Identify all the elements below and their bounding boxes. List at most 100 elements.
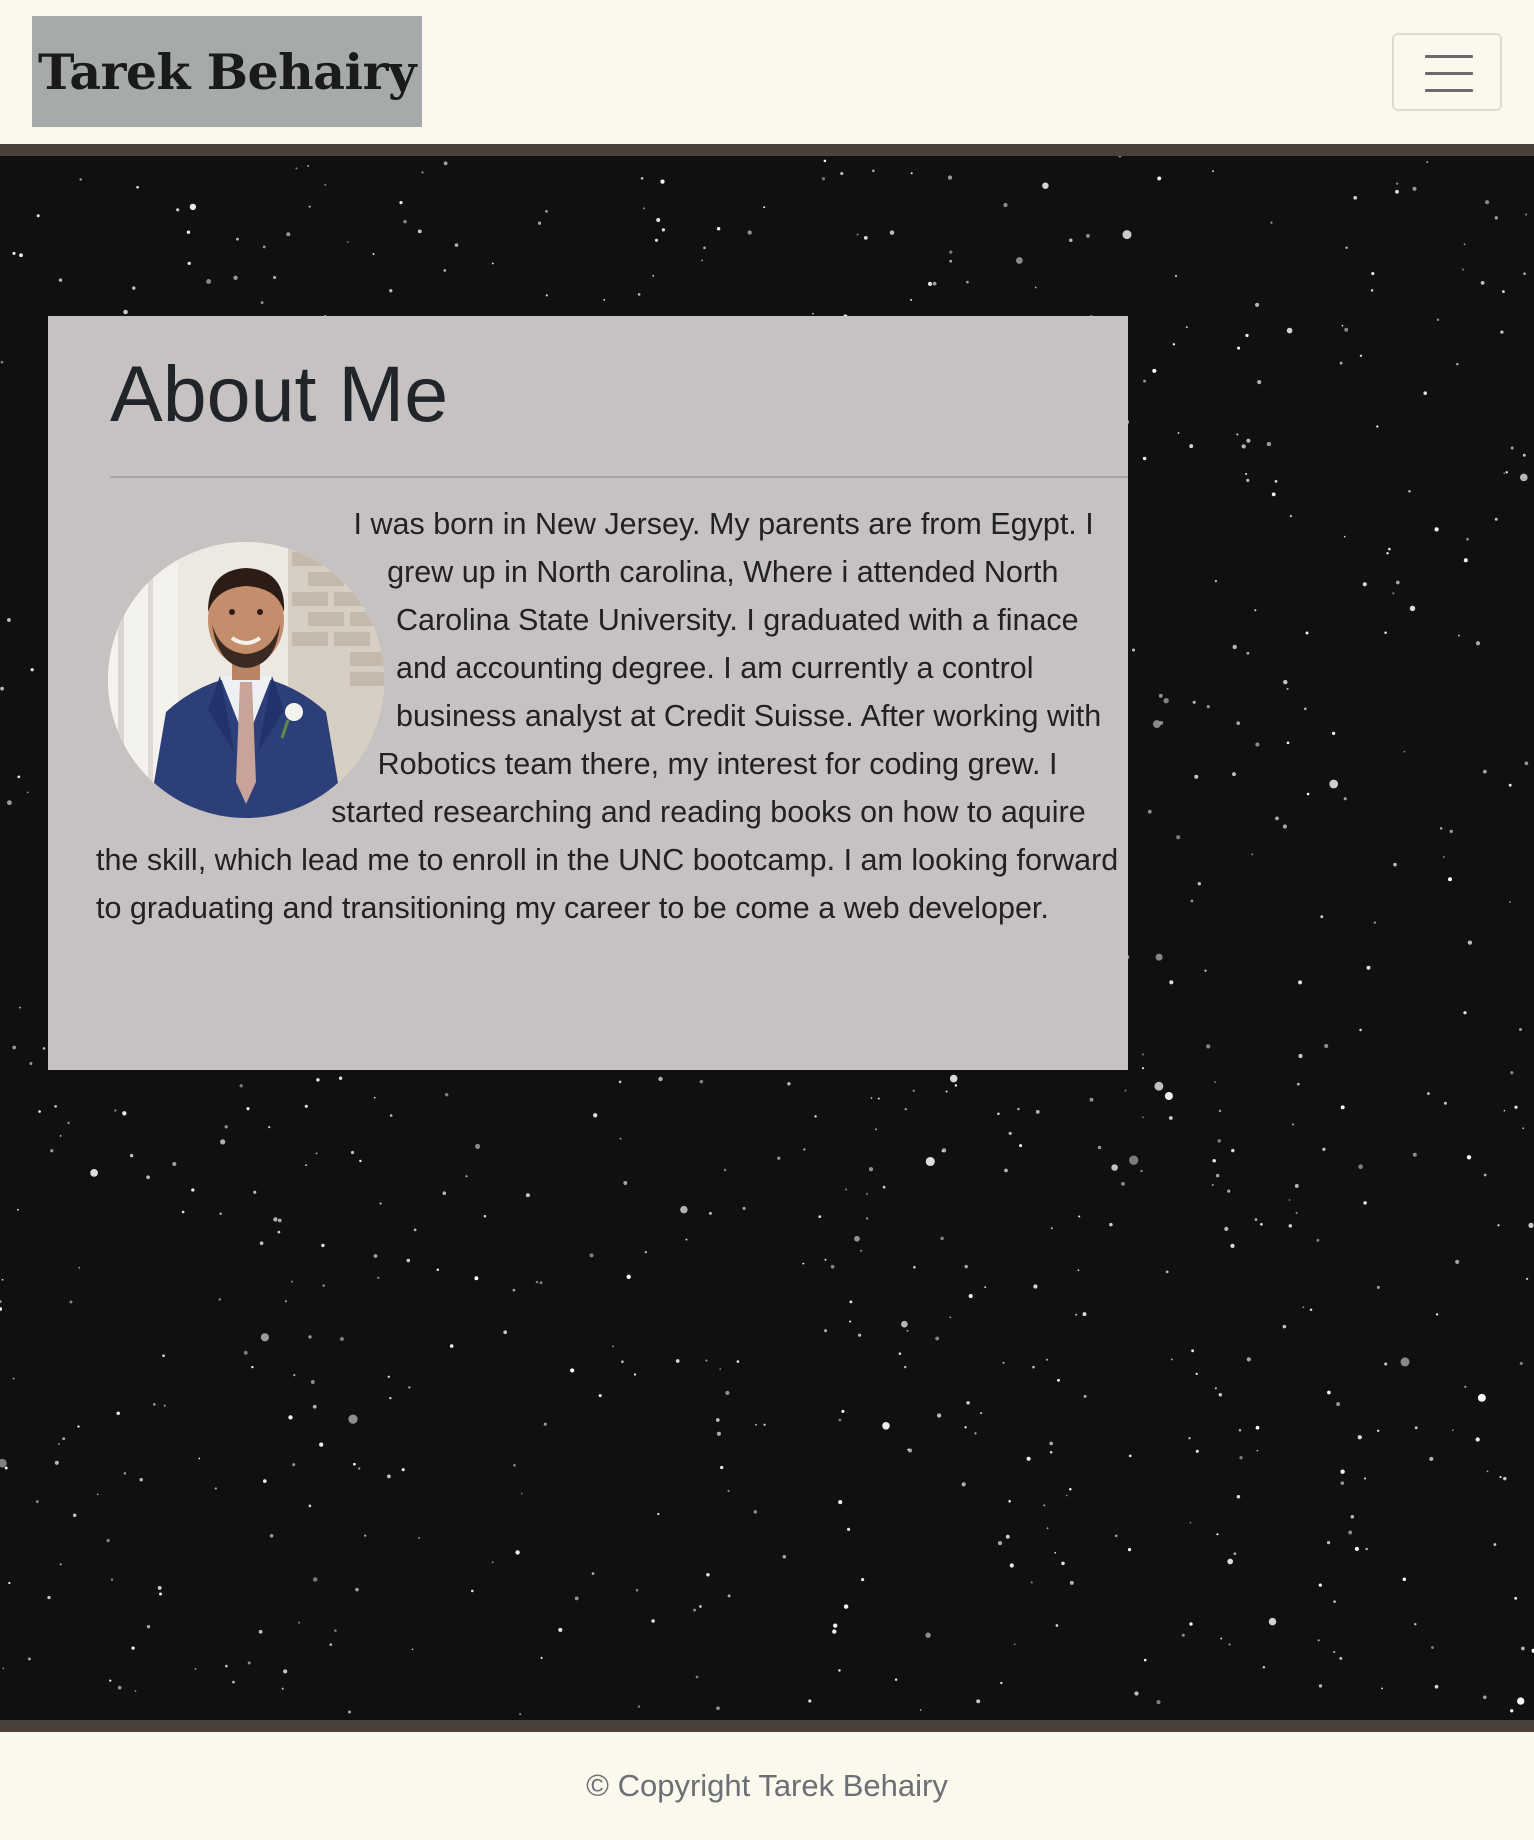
star bbox=[1157, 176, 1162, 181]
star bbox=[1339, 1656, 1343, 1660]
star bbox=[444, 1092, 449, 1097]
star bbox=[109, 1679, 112, 1682]
star bbox=[858, 1333, 862, 1337]
star bbox=[802, 1262, 805, 1265]
star bbox=[1158, 693, 1163, 698]
star bbox=[1046, 1358, 1048, 1361]
star bbox=[623, 1181, 628, 1185]
star bbox=[1266, 442, 1271, 447]
star bbox=[1189, 1622, 1193, 1626]
star bbox=[1486, 1470, 1489, 1473]
star bbox=[1152, 368, 1157, 373]
star bbox=[1185, 326, 1188, 329]
star bbox=[637, 293, 641, 296]
star bbox=[936, 1413, 942, 1418]
star bbox=[293, 1373, 296, 1377]
star bbox=[350, 1150, 355, 1155]
star bbox=[1363, 1201, 1367, 1205]
star bbox=[1510, 446, 1514, 450]
star bbox=[736, 1360, 740, 1363]
star bbox=[849, 1300, 853, 1304]
star bbox=[1480, 281, 1485, 285]
star bbox=[1333, 1650, 1336, 1654]
star bbox=[284, 1300, 287, 1303]
star bbox=[116, 1411, 120, 1416]
star bbox=[1370, 289, 1374, 292]
star bbox=[0, 1300, 2, 1303]
star bbox=[1003, 202, 1008, 208]
star bbox=[1155, 953, 1163, 961]
star bbox=[131, 1646, 135, 1650]
star bbox=[868, 1167, 874, 1172]
star bbox=[1034, 286, 1037, 289]
star bbox=[1197, 881, 1202, 886]
star bbox=[1118, 156, 1122, 158]
star bbox=[964, 1264, 968, 1269]
star bbox=[1316, 1238, 1320, 1242]
brand-link[interactable]: Tarek Behairy bbox=[32, 16, 422, 127]
star bbox=[1283, 679, 1288, 685]
star bbox=[1214, 1387, 1217, 1390]
star bbox=[1016, 257, 1023, 264]
star bbox=[1055, 1624, 1059, 1627]
star bbox=[218, 1298, 222, 1301]
star bbox=[968, 1294, 973, 1299]
star bbox=[1152, 720, 1161, 729]
star bbox=[1256, 1449, 1259, 1452]
star bbox=[1165, 1270, 1169, 1274]
footer: © Copyright Tarek Behairy bbox=[0, 1732, 1534, 1840]
star bbox=[247, 1661, 251, 1665]
star bbox=[181, 1210, 185, 1214]
star bbox=[1043, 1504, 1046, 1507]
star bbox=[146, 1625, 151, 1629]
star bbox=[1448, 877, 1452, 882]
star bbox=[411, 1648, 414, 1651]
star bbox=[1054, 1551, 1057, 1554]
star bbox=[1013, 1643, 1016, 1646]
star bbox=[1381, 1687, 1383, 1690]
star bbox=[1514, 1596, 1518, 1600]
menu-toggle-button[interactable] bbox=[1392, 33, 1502, 111]
star bbox=[753, 1510, 758, 1514]
star bbox=[277, 1230, 281, 1234]
star bbox=[1414, 1426, 1418, 1430]
star bbox=[1004, 1168, 1008, 1173]
star bbox=[129, 1153, 134, 1158]
star bbox=[12, 1377, 15, 1380]
star bbox=[214, 1487, 217, 1490]
star bbox=[189, 203, 197, 211]
star bbox=[1286, 687, 1289, 690]
star bbox=[1109, 1222, 1113, 1227]
star bbox=[146, 1175, 150, 1180]
footer-divider bbox=[0, 1720, 1534, 1732]
star bbox=[307, 165, 310, 167]
star bbox=[1463, 1011, 1467, 1015]
star bbox=[288, 1415, 293, 1420]
star bbox=[1508, 783, 1512, 787]
star bbox=[1386, 552, 1389, 555]
star bbox=[355, 1587, 359, 1592]
star bbox=[1350, 1514, 1355, 1519]
star bbox=[591, 1572, 595, 1575]
star bbox=[1228, 1643, 1231, 1646]
star bbox=[708, 1211, 712, 1215]
star bbox=[1077, 1269, 1080, 1272]
star bbox=[132, 286, 136, 290]
star bbox=[1194, 774, 1199, 779]
star bbox=[1497, 1224, 1500, 1227]
star bbox=[1216, 1533, 1219, 1536]
star bbox=[903, 1365, 907, 1369]
star bbox=[1140, 1169, 1143, 1173]
star bbox=[17, 1208, 19, 1211]
star bbox=[308, 1335, 312, 1339]
star bbox=[727, 1489, 730, 1492]
star bbox=[763, 206, 766, 209]
star bbox=[603, 299, 606, 301]
star bbox=[1255, 1425, 1260, 1430]
star bbox=[525, 1193, 530, 1198]
star bbox=[1288, 1224, 1293, 1228]
star bbox=[843, 1604, 849, 1609]
star bbox=[1304, 707, 1307, 711]
star bbox=[1086, 234, 1090, 238]
star bbox=[298, 1621, 300, 1624]
